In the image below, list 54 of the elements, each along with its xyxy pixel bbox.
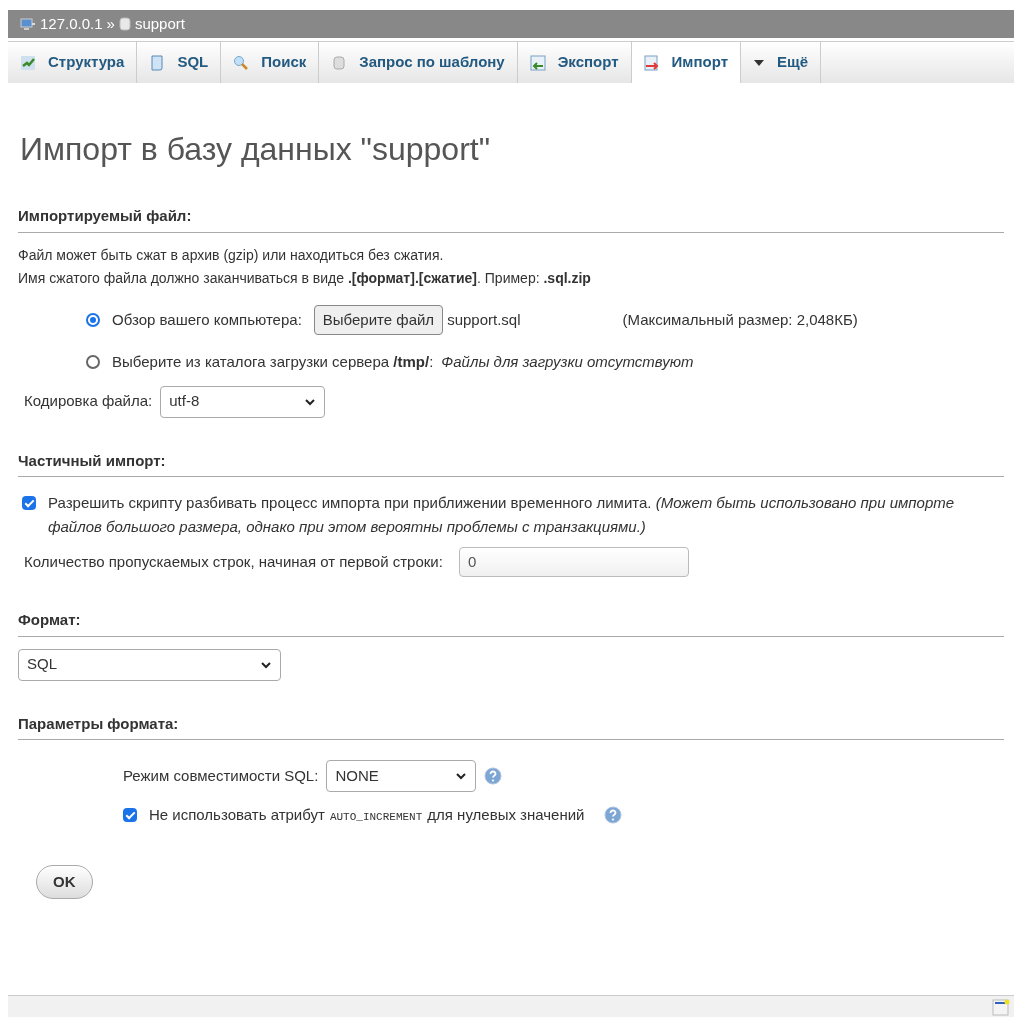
page-title: Импорт в базу данных "support" — [20, 130, 491, 169]
ok-button[interactable]: OK — [36, 864, 93, 899]
compat-select[interactable]: NONE — [326, 760, 477, 792]
database-icon — [118, 16, 131, 32]
file-name: support.sql — [447, 309, 521, 330]
tab[interactable]: Экспорт — [517, 42, 632, 83]
empty-note: Файлы для загрузки отсутствуют — [441, 352, 694, 372]
radio-button[interactable] — [86, 312, 100, 327]
select-value: utf-8 — [169, 391, 200, 412]
tab[interactable]: SQL — [137, 42, 222, 83]
field-label: Количество пропускаемых строк, начиная от первой строки: — [24, 551, 443, 572]
field-label: Кодировка файла: — [24, 391, 153, 412]
breadcrumb-separator: » — [106, 13, 115, 34]
hint-text: Имя сжатого файла должно заканчиваться в виде .[формат].[сжатие]. Пример: .sql.zip — [18, 268, 591, 288]
help-icon[interactable] — [484, 767, 503, 785]
tab[interactable]: Импорт — [631, 42, 741, 83]
skip-rows-input[interactable]: 0 — [458, 547, 689, 577]
checkbox-label: Не использовать атрибут — [149, 805, 325, 825]
section-heading: Параметры формата: — [18, 713, 179, 734]
structure-icon — [20, 54, 36, 71]
tab[interactable]: Ещё — [741, 42, 821, 83]
table-import-icon — [643, 54, 660, 71]
section-heading: Импортируемый файл: — [18, 206, 192, 226]
select-value: NONE — [335, 765, 379, 786]
tab[interactable]: Запрос по шаблону — [319, 42, 518, 83]
checkbox[interactable] — [22, 496, 36, 510]
radio-label: Выберите из каталога загрузки сервера /tmp/: — [112, 352, 434, 372]
field-label: Режим совместимости SQL: — [123, 765, 319, 786]
checkbox-label: для нулевых значений — [427, 805, 585, 825]
monitor-icon — [20, 16, 36, 32]
checkbox[interactable] — [123, 808, 137, 823]
charset-select[interactable]: utf-8 — [160, 385, 326, 418]
window-icon[interactable] — [992, 997, 1010, 1016]
breadcrumb-link[interactable]: 127.0.0.1 — [40, 12, 103, 36]
radio-button[interactable] — [86, 355, 100, 370]
search-icon — [233, 54, 250, 71]
tab[interactable]: Поиск — [221, 42, 320, 83]
radio-label: Обзор вашего компьютера: — [112, 309, 302, 330]
scroll-icon — [149, 54, 166, 71]
choose-file-button[interactable]: Выберите файл — [313, 304, 444, 335]
table-export-icon — [529, 54, 546, 71]
tab[interactable]: Структура — [8, 42, 138, 83]
section-heading: Формат: — [18, 610, 81, 630]
hint-text: Файл может быть сжат в архив (gzip) или находиться без сжатия. — [18, 245, 444, 265]
max-size-text: (Максимальный размер: 2,048КБ) — [622, 309, 858, 330]
database-icon — [331, 54, 348, 71]
format-select[interactable]: SQL — [18, 648, 281, 681]
help-icon[interactable] — [604, 806, 623, 825]
code-text: AUTO_INCREMENT — [329, 810, 423, 825]
chevron-down-icon — [455, 770, 468, 782]
section-heading: Частичный импорт: — [18, 450, 166, 471]
checkbox-label: Разрешить скрипту разбивать процесс импорта при приближении временного лимита. (Может быть использовано при импорте файлов большого размера, однако при этом вероятны проблемы с транзакциями.) — [48, 493, 956, 537]
select-value: SQL — [27, 654, 57, 675]
breadcrumb-link[interactable]: support — [134, 12, 185, 36]
